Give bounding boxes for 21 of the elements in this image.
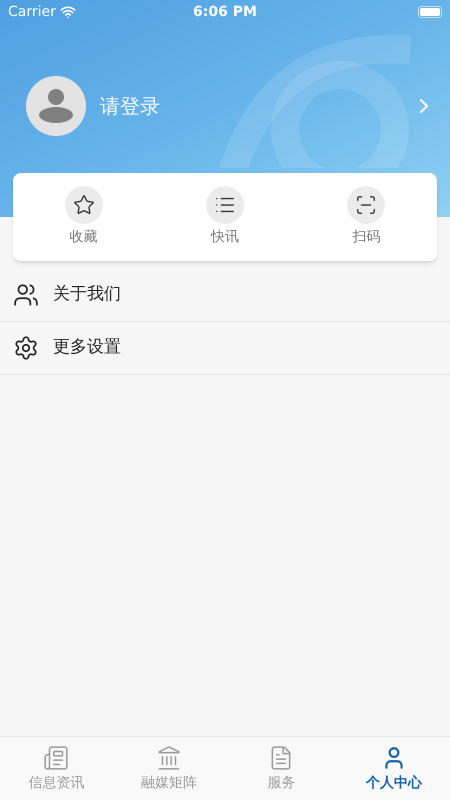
star-icon (72, 194, 95, 216)
users-icon (13, 282, 39, 308)
wifi-icon (60, 4, 76, 20)
menu-item[interactable]: 关于我们 (0, 269, 450, 322)
login-prompt: 请登录 (100, 93, 161, 120)
carrier-label: Carrier (8, 2, 56, 22)
newspaper-icon (43, 745, 70, 771)
tab[interactable]: 信息资讯 (0, 737, 112, 800)
tab[interactable]: 服务 (225, 737, 338, 800)
tab[interactable]: 融媒矩阵 (112, 737, 225, 800)
tab[interactable]: 个人中心 (338, 737, 450, 800)
scan-icon (355, 194, 378, 216)
battery-icon (418, 6, 442, 18)
quick-action-button[interactable]: 快讯 (154, 186, 296, 248)
login-row[interactable]: 请登录 (0, 76, 450, 136)
menu-item[interactable]: 更多设置 (0, 322, 450, 375)
quick-action-button[interactable]: 扫码 (296, 186, 437, 248)
quick-action-button[interactable]: 收藏 (13, 186, 154, 248)
status-time: 6:06 PM (193, 2, 257, 22)
bank-icon (156, 745, 182, 771)
settings-icon (13, 335, 39, 361)
